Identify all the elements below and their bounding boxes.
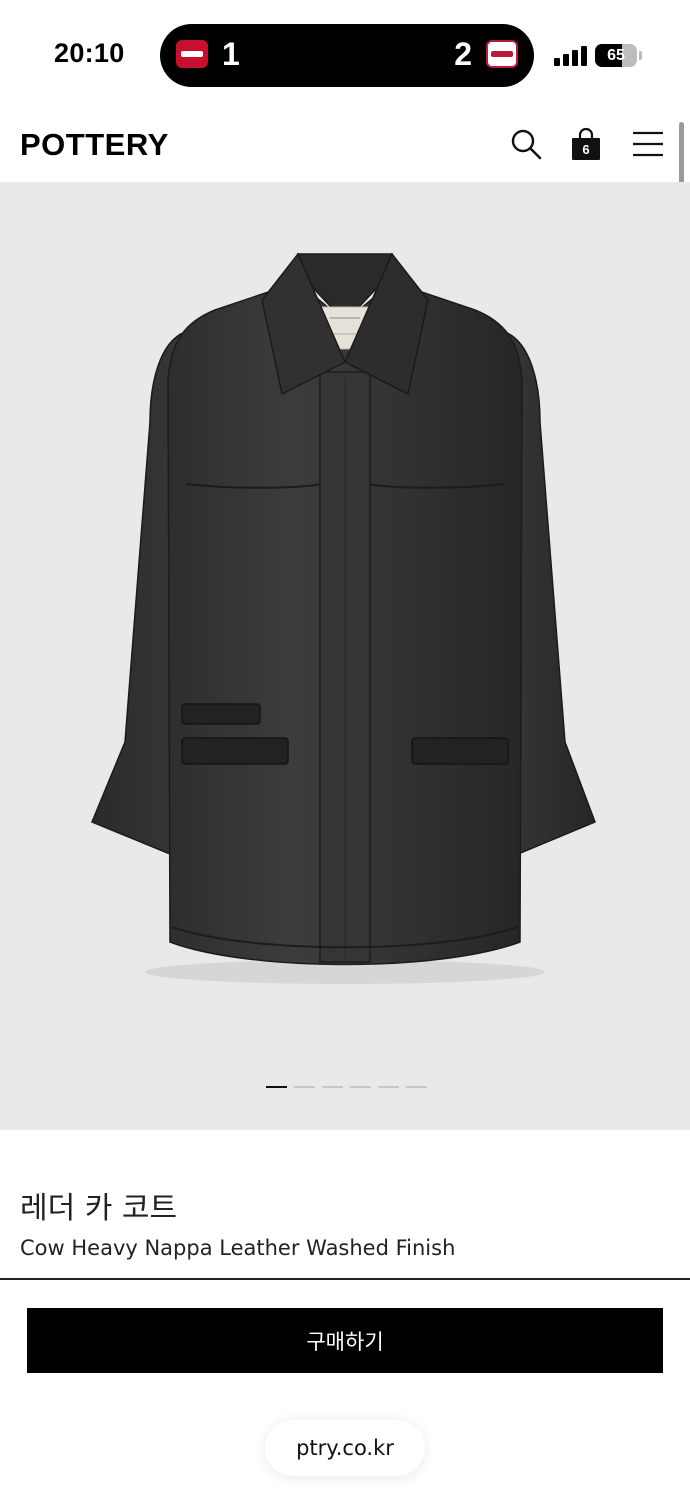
brand-logo[interactable]: POTTERY xyxy=(20,127,169,163)
cellular-signal-icon xyxy=(554,44,588,66)
product-image xyxy=(91,252,596,984)
status-bar: 20:10 1 2 65 xyxy=(0,0,690,108)
gallery-dot[interactable] xyxy=(266,1086,287,1088)
away-score: 2 xyxy=(454,36,472,72)
battery-icon: 65 xyxy=(595,44,637,67)
product-title: 레더 카 코트 xyxy=(20,1191,178,1226)
product-image-gallery[interactable] xyxy=(0,182,690,1130)
gallery-dot[interactable] xyxy=(350,1086,371,1088)
gallery-dot[interactable] xyxy=(294,1086,315,1088)
battery-level: 65 xyxy=(607,47,625,64)
hamburger-menu-icon xyxy=(633,131,663,157)
search-button[interactable] xyxy=(504,122,548,166)
site-header: POTTERY 6 xyxy=(0,108,690,182)
menu-button[interactable] xyxy=(626,122,670,166)
battery-cap xyxy=(639,51,642,60)
live-activity-scoreboard[interactable]: 1 2 xyxy=(160,24,534,87)
gallery-dot[interactable] xyxy=(406,1086,427,1088)
home-score: 1 xyxy=(222,36,240,72)
gallery-dot[interactable] xyxy=(322,1086,343,1088)
search-icon xyxy=(511,129,542,160)
twins-logo-icon xyxy=(486,40,518,68)
status-time: 20:10 xyxy=(54,38,125,68)
gallery-dot[interactable] xyxy=(378,1086,399,1088)
shopping-bag-button[interactable]: 6 xyxy=(564,122,608,166)
browser-url-bar[interactable]: ptry.co.kr xyxy=(265,1420,425,1476)
gallery-pagination[interactable] xyxy=(266,1086,427,1090)
buy-button[interactable]: 구매하기 xyxy=(27,1308,663,1373)
product-subtitle: Cow Heavy Nappa Leather Washed Finish xyxy=(20,1236,456,1260)
divider xyxy=(0,1278,690,1280)
tigers-logo-icon xyxy=(176,40,208,68)
bag-count-badge: 6 xyxy=(582,142,590,157)
